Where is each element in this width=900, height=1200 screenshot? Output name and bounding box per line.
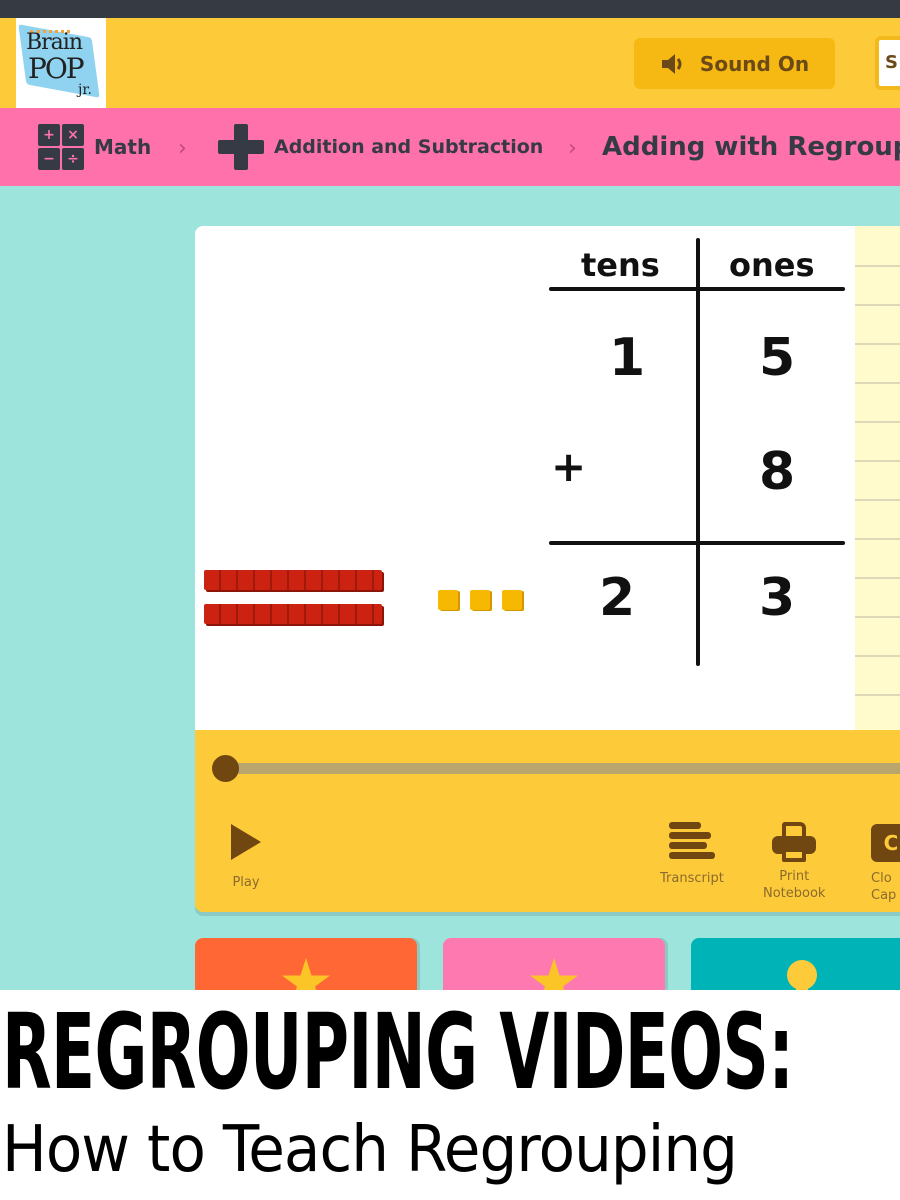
play-button[interactable]: Play — [231, 824, 261, 891]
print-notebook-button[interactable]: Print Notebook — [763, 822, 825, 902]
sum-tens-digit: 2 — [599, 568, 636, 628]
breadcrumb: + × − ÷ Math › Addition and Subtraction › A… — [0, 108, 900, 186]
unit-cube — [438, 590, 458, 610]
breadcrumb-current-label: Adding with Regroup — [602, 132, 900, 162]
closed-captions-button[interactable]: C Clo Cap — [871, 824, 900, 904]
video-controls: Play Transcript Print Notebook C Clo Cap — [195, 730, 900, 912]
video-player[interactable]: tens ones 1 5 + 8 2 3 — [195, 226, 900, 730]
play-icon — [231, 824, 261, 860]
captions-label-line1: Clo — [871, 871, 892, 886]
sound-toggle-button[interactable]: Sound On — [634, 38, 835, 89]
breadcrumb-separator-icon: › — [178, 136, 187, 161]
sound-toggle-label: Sound On — [699, 51, 810, 76]
caption-title: REGROUPING VIDEOS: — [2, 991, 794, 1113]
breadcrumb-label: Addition and Subtraction — [274, 136, 544, 158]
caption-subtitle: How to Teach Regrouping — [2, 1113, 738, 1187]
feature-card-pink[interactable] — [443, 938, 665, 998]
chart-sum-line — [549, 541, 845, 545]
progress-bar[interactable] — [225, 763, 900, 774]
browser-top-bar — [0, 0, 900, 18]
breadcrumb-item-math[interactable]: + × − ÷ Math — [38, 124, 151, 170]
unit-cubes — [438, 590, 522, 610]
chart-divider — [696, 238, 700, 666]
plus-operator: + — [551, 442, 587, 491]
breadcrumb-item-current: Adding with Regroup — [602, 132, 900, 162]
transcript-icon — [668, 822, 715, 860]
transcript-label: Transcript — [660, 871, 724, 886]
chart-header-line — [549, 287, 845, 291]
closed-captions-icon: C — [871, 824, 900, 862]
sum-ones-digit: 3 — [759, 568, 796, 628]
unit-cube — [470, 590, 490, 610]
logo-text-pop: POP — [28, 52, 85, 85]
ones-digit: 5 — [759, 328, 796, 388]
brainpop-jr-logo[interactable]: Brain POP jr. — [16, 18, 106, 108]
logo-text-jr: jr. — [78, 82, 92, 98]
feature-card-teal[interactable] — [691, 938, 900, 998]
ones-digit: 8 — [759, 442, 796, 502]
caption-banner: REGROUPING VIDEOS: How to Teach Regroupi… — [0, 990, 900, 1200]
tens-header: tens — [581, 246, 660, 284]
breadcrumb-label: Math — [94, 135, 152, 159]
tens-digit: 1 — [609, 328, 646, 388]
plus-icon — [218, 124, 264, 170]
printer-icon — [772, 822, 817, 864]
header: Brain POP jr. Sound On S — [0, 18, 900, 108]
ten-rod — [204, 570, 382, 590]
breadcrumb-separator-icon: › — [568, 136, 577, 161]
math-operations-icon: + × − ÷ — [38, 124, 84, 170]
feature-card-orange[interactable] — [195, 938, 417, 998]
ones-header: ones — [729, 246, 815, 284]
place-value-chart: tens ones 1 5 + 8 2 3 — [547, 236, 847, 671]
search-input[interactable]: S — [875, 36, 900, 90]
transcript-button[interactable]: Transcript — [660, 822, 724, 887]
play-label: Play — [232, 875, 260, 890]
base-ten-rods — [204, 570, 382, 638]
unit-cube — [502, 590, 522, 610]
lightbulb-icon — [787, 960, 817, 996]
ten-rod — [204, 604, 382, 624]
breadcrumb-item-addition-subtraction[interactable]: Addition and Subtraction — [218, 124, 543, 170]
notebook-panel — [855, 226, 900, 730]
print-label-line2: Notebook — [763, 886, 826, 901]
speaker-icon — [661, 53, 682, 74]
print-label-line1: Print — [779, 869, 810, 884]
captions-label-line2: Cap — [871, 888, 897, 903]
progress-handle[interactable] — [212, 755, 239, 782]
